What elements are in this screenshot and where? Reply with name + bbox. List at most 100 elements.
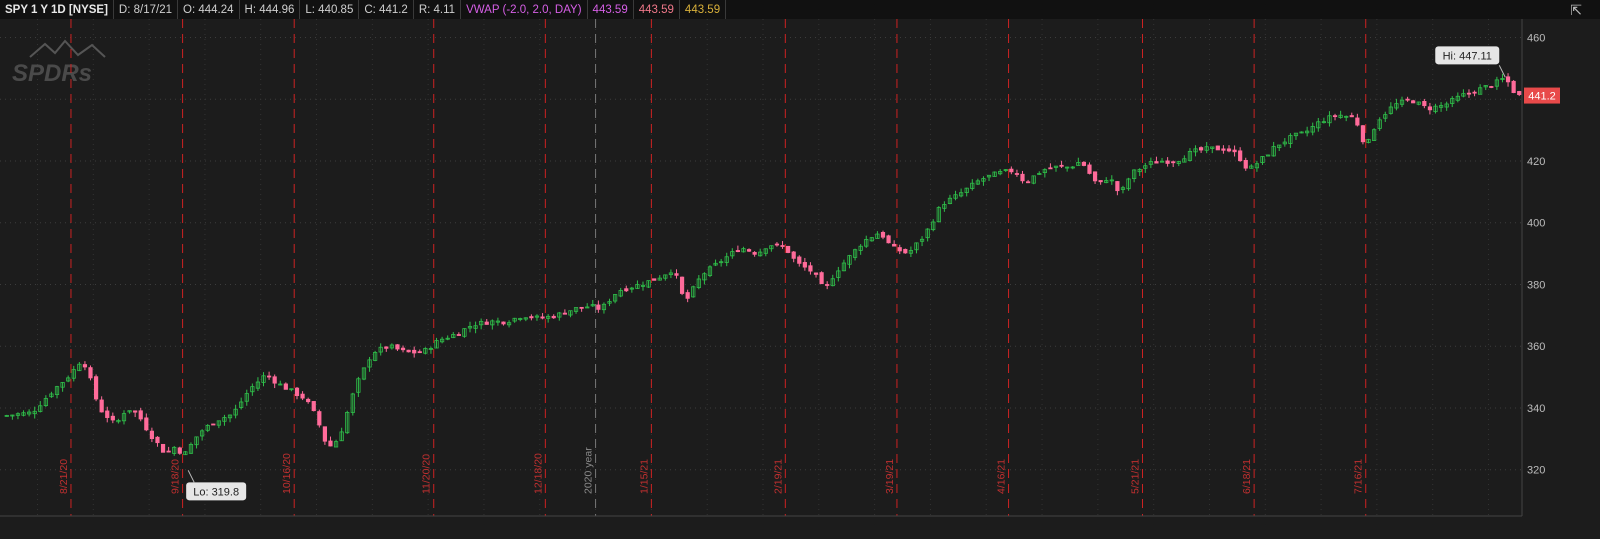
price-tick-400: 400 xyxy=(1527,218,1545,230)
candle-body xyxy=(903,248,908,254)
date-label-0: 8/21/20 xyxy=(58,459,70,494)
date-label-11: 6/18/21 xyxy=(1241,459,1253,494)
candle-body xyxy=(283,383,288,390)
candle-body xyxy=(1505,76,1511,83)
candle-body xyxy=(1427,106,1433,111)
candle-body xyxy=(752,252,757,255)
watermark-text: SPDRs xyxy=(12,60,92,87)
date-label-12: 7/16/21 xyxy=(1353,459,1365,494)
price-tick-460: 460 xyxy=(1527,33,1545,45)
date-label-6: 1/15/21 xyxy=(638,459,650,494)
candle-body xyxy=(1232,149,1237,153)
candle-body xyxy=(110,415,115,421)
candle-body xyxy=(674,273,679,276)
candle-body xyxy=(886,235,891,244)
candle-body xyxy=(529,316,534,319)
candle-body xyxy=(797,256,802,264)
candle-body xyxy=(1059,164,1064,167)
date-label-2: 10/16/20 xyxy=(281,453,293,494)
candle-body xyxy=(211,423,216,426)
candle-body xyxy=(685,292,690,299)
candle-body xyxy=(1411,100,1416,104)
range-readout: R: 4.11 xyxy=(414,0,462,19)
candle-body xyxy=(311,401,316,412)
candle-body xyxy=(808,265,813,272)
candle-body xyxy=(300,393,305,399)
candle-body xyxy=(400,347,406,351)
candle-body xyxy=(1198,147,1204,151)
symbol-label[interactable]: SPY 1 Y 1D [NYSE] xyxy=(0,0,114,19)
candle-body xyxy=(596,304,601,310)
candle-body xyxy=(813,272,819,275)
candle-body xyxy=(88,367,93,379)
candle-body xyxy=(880,231,886,238)
candle-body xyxy=(1422,101,1427,107)
candle-body xyxy=(93,376,99,400)
candle-body xyxy=(317,411,322,426)
candle-body xyxy=(484,321,489,325)
candle-body xyxy=(897,247,902,252)
vwap-value-upper: 443.59 xyxy=(588,0,634,19)
expand-icon[interactable]: ⇱ xyxy=(1570,2,1582,19)
price-tick-380: 380 xyxy=(1527,279,1545,291)
price-tick-320: 320 xyxy=(1527,465,1545,477)
candle-body xyxy=(177,447,182,454)
date-label-4: 12/18/20 xyxy=(532,453,544,494)
candle-body xyxy=(1014,173,1020,175)
vwap-value-lower: 443.59 xyxy=(680,0,727,19)
candle-body xyxy=(1081,161,1087,166)
candle-body xyxy=(1517,91,1522,95)
date-dividers xyxy=(70,19,1367,516)
candle-body xyxy=(551,315,556,319)
candle-body xyxy=(1092,171,1098,182)
date-readout: D: 8/17/21 xyxy=(114,0,178,19)
candle-body xyxy=(99,399,104,413)
candle-body xyxy=(1025,181,1031,184)
candle-body xyxy=(540,316,545,319)
candle-body xyxy=(746,249,752,252)
candle-body xyxy=(1511,80,1516,94)
grid-layer xyxy=(0,19,1522,516)
candle-body xyxy=(786,245,791,253)
candle-body xyxy=(417,351,422,354)
candle-body xyxy=(802,262,807,268)
candle-body xyxy=(328,440,333,447)
candle-body xyxy=(105,410,110,418)
candle-body xyxy=(133,410,138,413)
candle-body xyxy=(1221,148,1226,151)
candle-body xyxy=(144,417,149,431)
candle-body xyxy=(1165,160,1170,164)
price-chart[interactable]: SPDRs 320340360380400420440460 8/21/209/… xyxy=(0,19,1600,534)
candle-body xyxy=(1466,92,1472,95)
candle-body xyxy=(1215,145,1220,151)
candle-body xyxy=(384,346,389,349)
candle-body xyxy=(166,450,171,453)
chart-svg[interactable]: SPDRs 320340360380400420440460 8/21/209/… xyxy=(0,19,1600,534)
price-tick-340: 340 xyxy=(1527,403,1545,415)
candle-body xyxy=(294,387,300,397)
candle-body xyxy=(1115,181,1120,192)
candle-body xyxy=(266,375,272,378)
candle-body xyxy=(1489,86,1494,88)
candle-body xyxy=(780,245,785,247)
candle-body xyxy=(149,430,154,440)
hi-lo-bubbles: Hi: 447.11 Lo: 319.8 441.2 xyxy=(186,46,1560,501)
date-label-7: 2/19/21 xyxy=(772,459,784,494)
candle-body xyxy=(735,250,740,253)
candle-body xyxy=(774,243,780,246)
candle-body xyxy=(1226,148,1232,152)
candle-body xyxy=(1020,173,1025,182)
candle-body xyxy=(160,443,166,453)
vwap-label[interactable]: VWAP (-2.0, 2.0, DAY) xyxy=(461,0,588,19)
candle-body xyxy=(652,278,657,281)
candle-body xyxy=(155,436,160,444)
price-tick-360: 360 xyxy=(1527,341,1545,353)
price-tick-420: 420 xyxy=(1527,156,1545,168)
candle-body xyxy=(322,426,328,442)
candle-body xyxy=(1009,168,1014,173)
candle-body xyxy=(1332,115,1338,118)
candle-body xyxy=(395,344,400,350)
candle-body xyxy=(1472,91,1477,94)
candle-body xyxy=(412,349,417,354)
candle-body xyxy=(1154,161,1159,164)
